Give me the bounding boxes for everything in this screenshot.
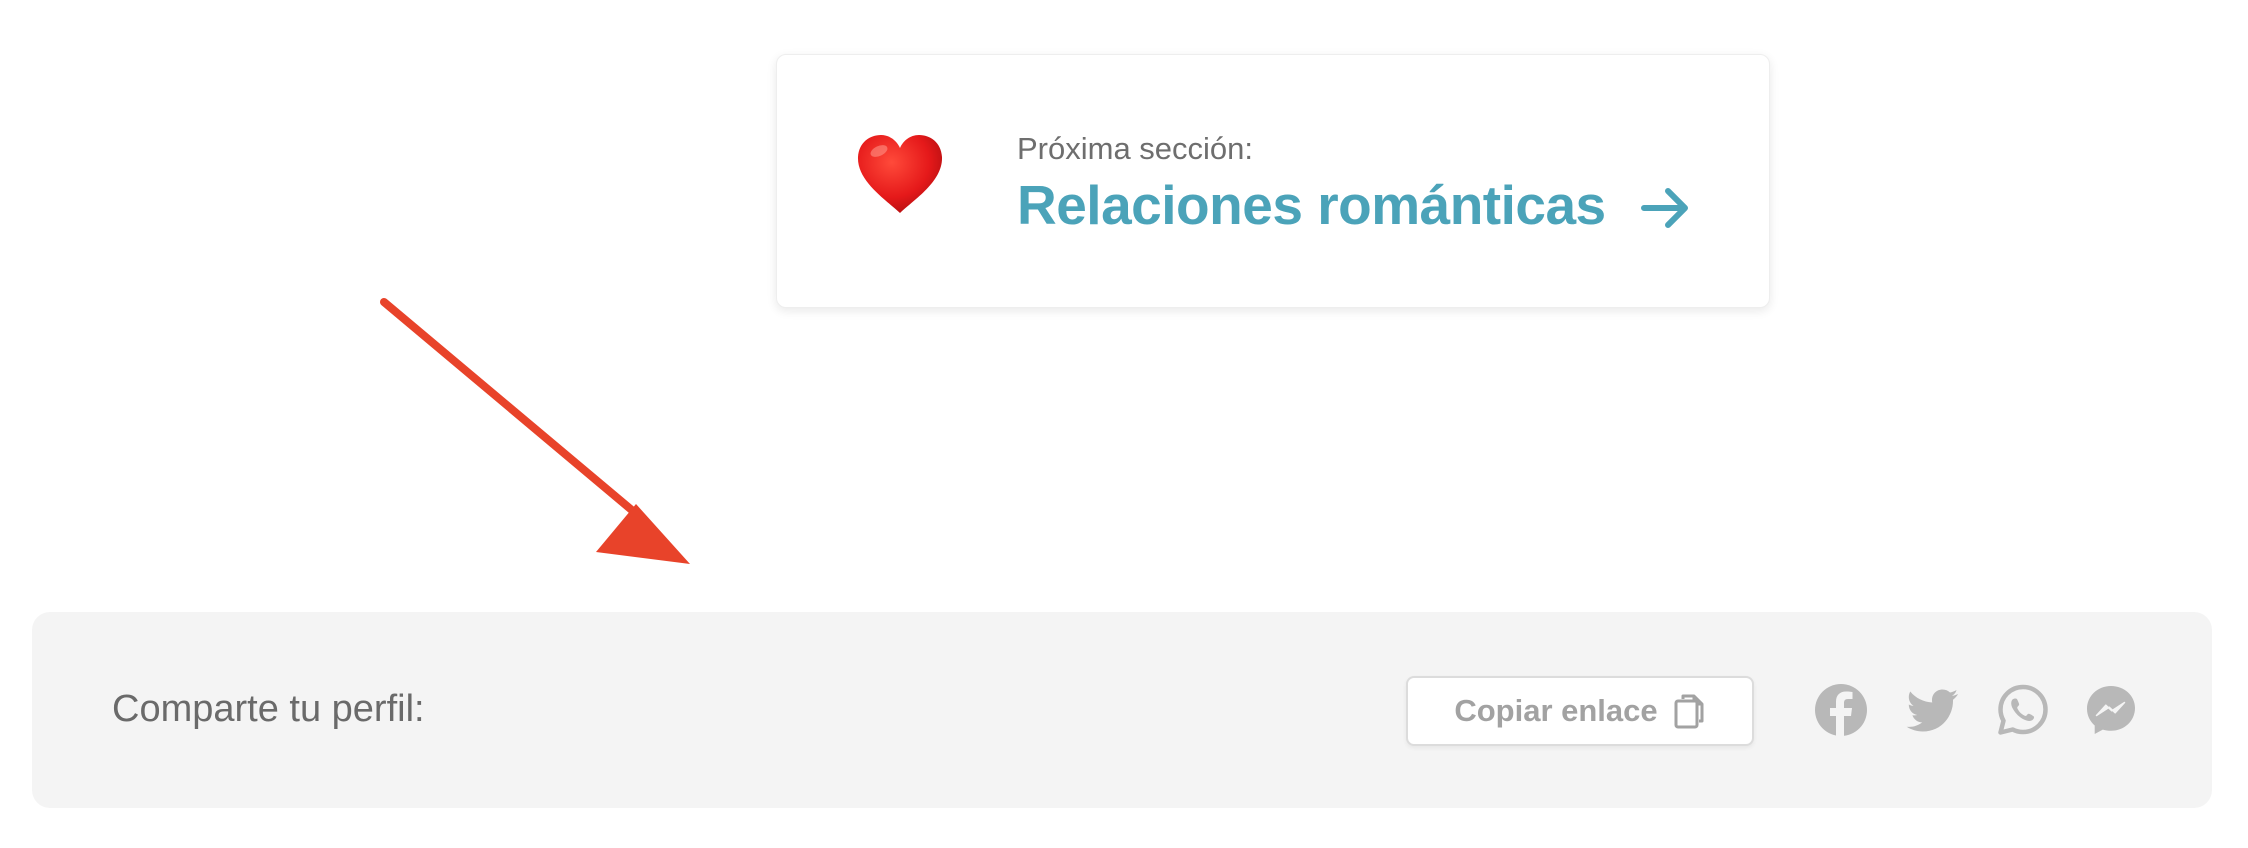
messenger-icon[interactable] (2084, 683, 2138, 737)
red-heart-icon (857, 135, 943, 213)
twitter-icon[interactable] (1906, 683, 1960, 737)
facebook-icon[interactable] (1814, 683, 1868, 737)
pointer-arrow-icon (380, 298, 690, 564)
next-section-title[interactable]: Relaciones románticas (1017, 173, 1606, 237)
copy-link-button[interactable]: Copiar enlace (1406, 676, 1754, 746)
arrow-right-icon[interactable] (1640, 182, 1692, 234)
next-section-link[interactable]: Relaciones románticas (1017, 173, 1692, 237)
next-section-label: Próxima sección: (1017, 131, 1254, 166)
next-section-card[interactable]: Próxima sección: Relaciones románticas (776, 54, 1770, 308)
share-profile-label: Comparte tu perfil: (112, 688, 425, 730)
copy-icon (1674, 694, 1704, 729)
copy-link-label: Copiar enlace (1454, 693, 1658, 728)
share-profile-bar: Comparte tu perfil: Copiar enlace (32, 612, 2212, 808)
whatsapp-icon[interactable] (1996, 683, 2050, 737)
